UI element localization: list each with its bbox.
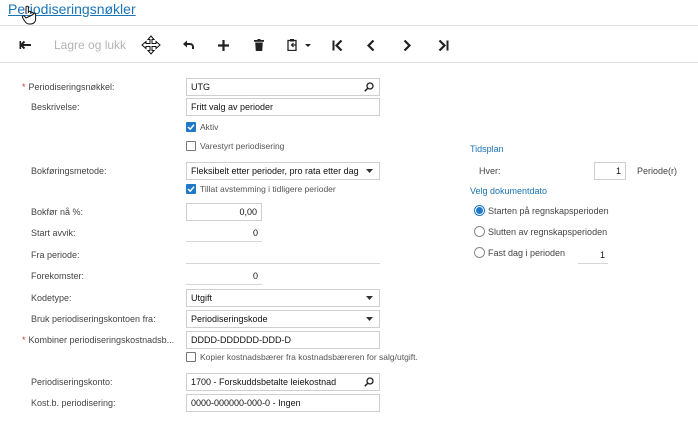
radio-row-fixed[interactable]: Fast dag i perioden <box>474 247 565 258</box>
method-value: Fleksibelt etter perioder, pro rata ette… <box>191 166 359 176</box>
occurrences-label: Forekomster: <box>31 271 85 281</box>
active-checkbox-row[interactable]: Aktiv <box>186 122 218 132</box>
start-offset-label: Start avvik: <box>31 228 76 238</box>
code-type-value: Utgift <box>191 293 213 303</box>
key-label: * Periodiseringsnøkkel: <box>22 82 115 92</box>
method-dropdown[interactable]: Fleksibelt etter perioder, pro rata ette… <box>186 162 380 180</box>
deferral-sub-value: 0000-000000-000-0 - Ingen <box>191 398 301 408</box>
last-record-icon[interactable] <box>436 36 450 54</box>
every-label: Hver: <box>479 166 501 176</box>
description-field[interactable]: Fritt valg av perioder <box>186 98 380 116</box>
occurrences-value[interactable]: 0 <box>186 271 258 281</box>
post-now-label: Bokfør nå %: <box>31 207 84 217</box>
chevron-left-icon[interactable] <box>365 36 377 54</box>
chevron-down-icon[interactable] <box>363 317 375 321</box>
use-account-value: Periodiseringskode <box>191 314 268 324</box>
use-account-label: Bruk periodiseringskontoen fra: <box>31 314 156 324</box>
item-driven-checkbox-row[interactable]: Varestyrt periodisering <box>186 141 284 151</box>
fixed-day-label: Fast dag i perioden <box>488 247 566 258</box>
undo-icon[interactable] <box>180 36 196 54</box>
end-of-period-radio[interactable] <box>474 226 485 237</box>
key-value: UTG <box>191 82 210 92</box>
copy-sub-checkbox-row[interactable]: Kopier kostnadsbærer fra kostnadsbæreren… <box>186 352 418 362</box>
active-checkbox-label: Aktiv <box>200 122 219 132</box>
copy-sub-checkbox-label: Kopier kostnadsbærer fra kostnadsbæreren… <box>200 352 418 362</box>
post-now-value: 0,00 <box>239 207 257 217</box>
fixed-day-value[interactable]: 1 <box>578 250 605 260</box>
required-marker: * <box>22 335 26 345</box>
every-field[interactable]: 1 <box>594 162 626 180</box>
combine-sub-field[interactable]: DDDD-DDDDDD-DDD-D <box>186 331 380 349</box>
occurrences-underline <box>186 284 262 285</box>
doc-date-section-title: Velg dokumentdato <box>470 186 548 196</box>
code-type-label: Kodetype: <box>31 293 72 303</box>
use-account-dropdown[interactable]: Periodiseringskode <box>186 310 380 328</box>
copy-sub-checkbox[interactable] <box>186 352 196 362</box>
allow-reconcile-checkbox[interactable] <box>186 184 196 194</box>
chevron-down-icon[interactable] <box>363 169 375 173</box>
deferral-account-value: 1700 - Forskuddsbetalte leiekostnad <box>191 377 337 387</box>
deferral-sub-field[interactable]: 0000-000000-000-0 - Ingen <box>186 394 380 412</box>
fixed-day-radio[interactable] <box>474 247 485 258</box>
period-unit-label: Periode(r) <box>637 166 678 176</box>
method-label: Bokføringsmetode: <box>31 166 107 176</box>
radio-row-start[interactable]: Starten på regnskapsperioden <box>474 205 609 216</box>
search-icon[interactable] <box>363 377 375 387</box>
description-value: Fritt valg av perioder <box>191 102 274 112</box>
active-checkbox[interactable] <box>186 122 196 132</box>
chevron-down-icon[interactable] <box>363 296 375 300</box>
toolbar: Lagre og lukk <box>0 27 698 63</box>
deferral-account-label: Periodiseringskonto: <box>31 377 113 387</box>
start-of-period-radio[interactable] <box>474 205 485 216</box>
chevron-right-icon[interactable] <box>401 36 413 54</box>
deferral-sub-label: Kost.b. periodisering: <box>31 398 116 408</box>
required-marker: * <box>22 82 26 92</box>
combine-sub-value: DDDD-DDDDDD-DDD-D <box>191 335 291 345</box>
code-type-dropdown[interactable]: Utgift <box>186 289 380 307</box>
start-of-period-label: Starten på regnskapsperioden <box>488 205 609 216</box>
clipboard-icon[interactable] <box>287 36 313 54</box>
trash-icon[interactable] <box>253 36 265 54</box>
allow-reconcile-checkbox-row[interactable]: Tillat avstemming i tidligere perioder <box>186 184 336 194</box>
description-label: Beskrivelse: <box>31 102 80 112</box>
end-of-period-label: Slutten av regnskapsperioden <box>488 226 608 237</box>
every-value: 1 <box>615 166 621 176</box>
move-cursor-icon <box>141 35 161 55</box>
post-now-field[interactable]: 0,00 <box>186 203 262 221</box>
save-close-button[interactable]: Lagre og lukk <box>54 36 126 54</box>
from-period-label: Fra periode: <box>31 250 80 260</box>
start-offset-value[interactable]: 0 <box>186 228 258 238</box>
plus-icon[interactable] <box>216 36 230 54</box>
key-field[interactable]: UTG <box>186 78 380 96</box>
allow-reconcile-checkbox-label: Tillat avstemming i tidligere perioder <box>200 184 336 194</box>
from-period-underline <box>186 263 380 264</box>
radio-row-end[interactable]: Slutten av regnskapsperioden <box>474 226 607 237</box>
title-bar: Periodiseringsnøkler <box>0 0 698 26</box>
deferral-account-field[interactable]: 1700 - Forskuddsbetalte leiekostnad <box>186 373 380 391</box>
arrow-left-icon[interactable] <box>17 36 33 54</box>
schedule-section-title: Tidsplan <box>470 144 504 154</box>
combine-sub-label-text: Kombiner periodiseringskostnadsb... <box>28 335 175 345</box>
search-icon[interactable] <box>363 82 375 92</box>
first-record-icon[interactable] <box>330 36 344 54</box>
fixed-day-underline <box>578 263 608 264</box>
start-offset-underline <box>186 241 262 242</box>
combine-sub-label: * Kombiner periodiseringskostnadsb... <box>22 335 174 345</box>
key-label-text: Periodiseringsnøkkel: <box>28 82 115 92</box>
item-driven-checkbox[interactable] <box>186 141 196 151</box>
hand-cursor-icon <box>21 5 37 25</box>
item-driven-checkbox-label: Varestyrt periodisering <box>200 141 285 151</box>
